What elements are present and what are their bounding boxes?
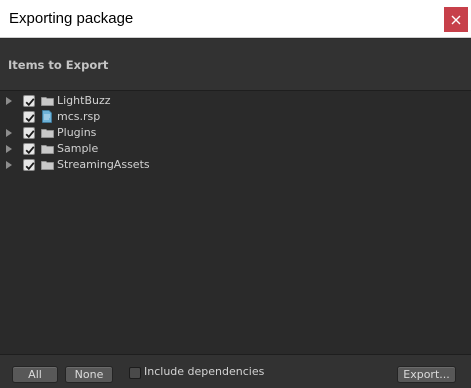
checkmark-icon bbox=[25, 98, 35, 107]
window-title: Exporting package bbox=[9, 10, 134, 27]
item-label: LightBuzz bbox=[57, 94, 111, 107]
checkmark-icon bbox=[25, 146, 35, 155]
foldout-arrow-icon[interactable] bbox=[6, 97, 12, 105]
close-icon bbox=[451, 15, 461, 24]
foldout-arrow-icon[interactable] bbox=[6, 145, 12, 153]
item-label: StreamingAssets bbox=[57, 158, 150, 171]
item-label: mcs.rsp bbox=[57, 110, 101, 123]
item-checkbox[interactable] bbox=[23, 143, 35, 155]
item-label: Plugins bbox=[57, 126, 97, 139]
checkmark-icon bbox=[25, 162, 35, 171]
tree-row-mcs-rsp[interactable]: mcs.rsp bbox=[0, 109, 471, 125]
close-button[interactable] bbox=[444, 7, 468, 32]
export-header: Items to Export bbox=[0, 39, 471, 91]
folder-icon bbox=[41, 97, 54, 106]
tree-row-streamingassets[interactable]: StreamingAssets bbox=[0, 157, 471, 173]
tree-row-plugins[interactable]: Plugins bbox=[0, 125, 471, 141]
item-checkbox[interactable] bbox=[23, 159, 35, 171]
item-checkbox[interactable] bbox=[23, 127, 35, 139]
item-checkbox[interactable] bbox=[23, 95, 35, 107]
footer-bar: All None Include dependencies Export... bbox=[0, 354, 471, 388]
export-tree: LightBuzz mcs.rsp Plugins Sample Streami… bbox=[0, 92, 471, 354]
folder-icon bbox=[41, 145, 54, 154]
checkmark-icon bbox=[25, 130, 35, 139]
items-to-export-heading: Items to Export bbox=[8, 58, 109, 72]
item-label: Sample bbox=[57, 142, 99, 155]
item-checkbox[interactable] bbox=[23, 111, 35, 123]
include-dependencies-checkbox[interactable] bbox=[129, 367, 141, 379]
folder-icon bbox=[41, 129, 54, 138]
folder-icon bbox=[41, 161, 54, 170]
tree-row-sample[interactable]: Sample bbox=[0, 141, 471, 157]
export-button[interactable]: Export... bbox=[397, 366, 456, 383]
title-bar: Exporting package bbox=[0, 0, 471, 38]
foldout-arrow-icon[interactable] bbox=[6, 129, 12, 137]
select-all-button[interactable]: All bbox=[12, 366, 58, 383]
file-icon bbox=[42, 110, 52, 123]
foldout-arrow-icon[interactable] bbox=[6, 161, 12, 169]
checkmark-icon bbox=[25, 114, 35, 123]
tree-row-lightbuzz[interactable]: LightBuzz bbox=[0, 93, 471, 109]
select-none-button[interactable]: None bbox=[65, 366, 113, 383]
include-dependencies-label[interactable]: Include dependencies bbox=[144, 365, 264, 378]
